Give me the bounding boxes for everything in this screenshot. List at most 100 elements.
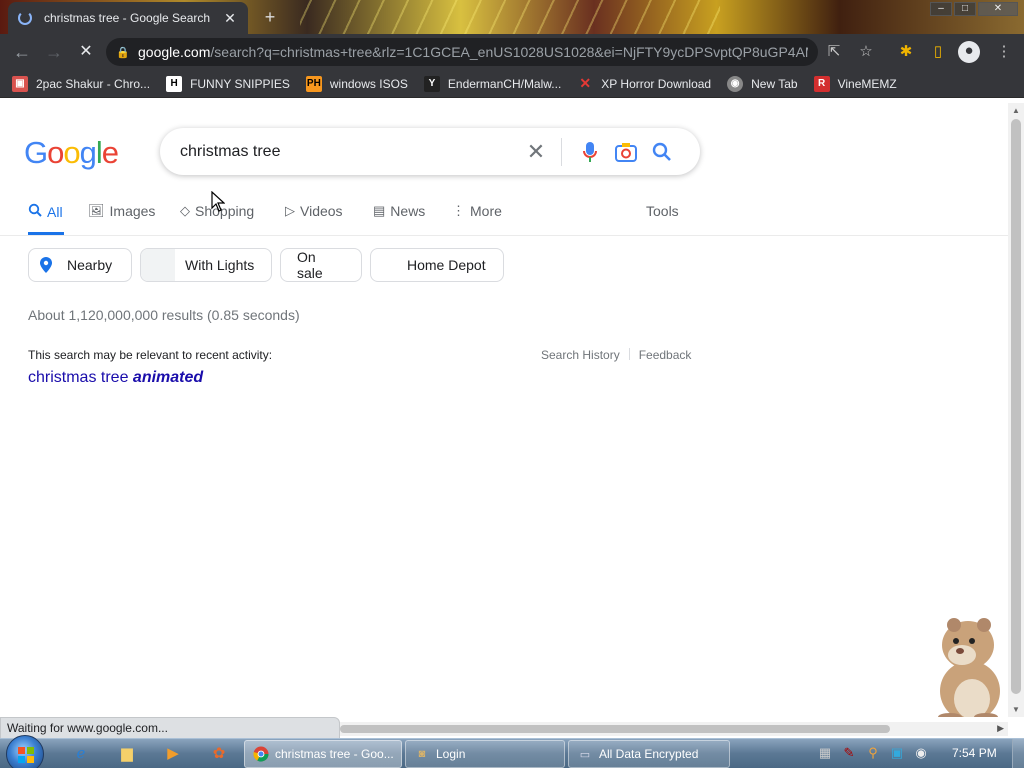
tab-more[interactable]: ⋮ More (452, 203, 502, 219)
bookmark-star-icon[interactable]: ☆ (856, 42, 876, 62)
more-icon: ⋮ (452, 203, 465, 218)
bookmark-item[interactable]: H FUNNY SNIPPIES (166, 75, 290, 92)
internet-explorer-icon[interactable]: ℯ (70, 743, 92, 765)
url-path: /search?q=christmas+tree&rlz=1C1GCEA_enU… (210, 44, 808, 60)
media-player-icon[interactable]: ▶ (162, 743, 184, 765)
stop-loading-button[interactable]: ✕ (71, 37, 101, 67)
back-button[interactable]: ← (7, 37, 37, 67)
search-input[interactable]: christmas tree (180, 143, 521, 161)
pen-tool-icon[interactable]: ✎ (839, 743, 859, 763)
mouse-cursor-icon (211, 190, 226, 218)
side-panel-icon[interactable]: ▯ (928, 42, 948, 62)
bookmark-item[interactable]: Y EndermanCH/Malw... (423, 75, 561, 92)
start-button[interactable] (6, 735, 44, 768)
bookmarks-bar: ▣ 2pac Shakur - Chro... H FUNNY SNIPPIES P… (0, 70, 1024, 98)
image-icon: 🖼 (88, 203, 105, 218)
horizontal-scrollbar[interactable]: ▶ (340, 722, 1008, 736)
bookmark-item[interactable]: ▣ 2pac Shakur - Chro... (12, 75, 150, 92)
recent-activity-note: This search may be relevant to recent ac… (28, 348, 273, 362)
search-submit-icon[interactable] (644, 137, 680, 167)
show-desktop-button[interactable] (1012, 739, 1024, 768)
minimize-button[interactable]: – (930, 2, 952, 16)
tab-videos[interactable]: ▷ Videos (285, 203, 343, 219)
tab-images[interactable]: 🖼 Images (88, 203, 155, 219)
globe-favicon-icon: ◉ (727, 75, 744, 92)
bookmark-item[interactable]: R VineMEMZ (813, 75, 897, 92)
search-icon (28, 203, 42, 220)
horizontal-scroll-thumb[interactable] (340, 725, 890, 733)
menu-kebab-icon[interactable]: ⋮ (994, 42, 1014, 62)
chip-with-lights[interactable]: With Lights (140, 248, 272, 282)
bookmark-item[interactable]: ◉ New Tab (727, 75, 798, 92)
status-bubble: Waiting for www.google.com... (0, 717, 340, 739)
scroll-down-arrow-icon[interactable]: ▼ (1012, 705, 1020, 714)
yp-favicon-icon: Y (423, 75, 440, 92)
title-bar: christmas tree - Google Search ✕ + – □ ✕ (0, 0, 1024, 34)
camera-lens-icon[interactable] (608, 137, 644, 167)
feedback-link[interactable]: Feedback (639, 348, 692, 362)
monitor-tray-icon[interactable]: ▣ (887, 743, 907, 763)
address-bar[interactable]: 🔒 google.com /search?q=christmas+tree&rl… (106, 38, 818, 66)
browser-toolbar: ← → ✕ 🔒 google.com /search?q=christmas+t… (0, 34, 1024, 70)
tab-title: christmas tree - Google Search (44, 11, 211, 25)
hamster-mascot-icon (920, 613, 1008, 717)
vertical-scrollbar[interactable]: ▲ ▼ (1008, 103, 1024, 717)
microphone-icon[interactable] (572, 137, 608, 167)
google-results-page: Google christmas tree ✕ All 🖼 Images ◇ S… (0, 103, 1008, 717)
forward-button[interactable]: → (39, 37, 69, 67)
scroll-up-arrow-icon[interactable]: ▲ (1012, 106, 1020, 115)
screen: christmas tree - Google Search ✕ + – □ ✕… (0, 0, 1024, 768)
vertical-scroll-thumb[interactable] (1011, 119, 1021, 694)
maximize-button[interactable]: □ (954, 2, 976, 16)
tabs-divider (0, 235, 1008, 236)
link-separator (628, 348, 630, 360)
taskbar-button-login[interactable]: ◙ Login (405, 740, 565, 768)
tools-button[interactable]: Tools (646, 203, 679, 219)
system-tray: ▦ ✎ ⚲ ▣ ◉ (815, 743, 935, 763)
r-favicon-icon: R (813, 75, 830, 92)
tab-all[interactable]: All (28, 203, 63, 220)
chip-nearby[interactable]: Nearby (28, 248, 132, 282)
extensions-icon[interactable]: ✱ (896, 42, 916, 62)
close-window-button[interactable]: ✕ (978, 2, 1018, 16)
taskbar-button-encrypted[interactable]: ▭ All Data Encrypted (568, 740, 730, 768)
graffiti-wallpaper (300, 0, 720, 34)
x-favicon-icon: ✕ (579, 75, 592, 91)
share-icon[interactable]: ⇱ (824, 42, 844, 62)
file-explorer-icon[interactable]: ▆ (116, 743, 138, 765)
taskbar-clock[interactable]: 7:54 PM (952, 746, 997, 760)
location-pin-icon (39, 256, 53, 274)
scroll-right-arrow-icon[interactable]: ▶ (997, 723, 1004, 734)
lock-icon: 🔒 (116, 47, 130, 59)
h-favicon-icon: H (166, 75, 183, 92)
taskbar-button-chrome[interactable]: christmas tree - Goo... (244, 740, 402, 768)
bookmark-item[interactable]: PH windows ISOS (305, 75, 408, 92)
close-tab-icon[interactable]: ✕ (222, 10, 238, 27)
chip-on-sale[interactable]: On sale (280, 248, 362, 282)
suggested-search-link[interactable]: christmas tree animated (28, 369, 203, 387)
windows-taskbar: ℯ ▆ ▶ ✿ christmas tree - Goo... ◙ Login ▭… (0, 735, 1024, 768)
windows-flag-icon (18, 747, 34, 763)
chrome-icon (253, 746, 269, 762)
clear-search-icon[interactable]: ✕ (521, 139, 551, 165)
google-logo[interactable]: Google (24, 135, 119, 171)
window-icon: ▭ (579, 748, 591, 761)
tab-news[interactable]: ▤ News (373, 203, 425, 219)
login-icon: ◙ (418, 748, 426, 760)
search-box[interactable]: christmas tree ✕ (160, 128, 700, 175)
new-tab-button[interactable]: + (258, 6, 282, 30)
profile-avatar[interactable]: ● (958, 41, 980, 63)
loading-spinner-icon (18, 11, 32, 25)
speaker-icon[interactable]: ◉ (911, 743, 931, 763)
chip-home-depot[interactable]: Home Depot (370, 248, 504, 282)
magnifier-tray-icon[interactable]: ⚲ (863, 743, 883, 763)
tupac-favicon-icon: ▣ (12, 75, 28, 92)
network-icon[interactable]: ▦ (815, 743, 835, 763)
search-divider (561, 137, 562, 166)
app-launcher-icon[interactable]: ✿ (208, 743, 230, 765)
browser-tab[interactable]: christmas tree - Google Search ✕ (8, 2, 248, 34)
search-history-link[interactable]: Search History (541, 348, 620, 362)
bookmark-item[interactable]: ✕ XP Horror Download (577, 75, 711, 92)
search-tabs: All 🖼 Images ◇ Shopping ▷ Videos ▤ News ⋮ Mor… (28, 195, 1008, 235)
ph-favicon-icon: PH (305, 75, 322, 92)
